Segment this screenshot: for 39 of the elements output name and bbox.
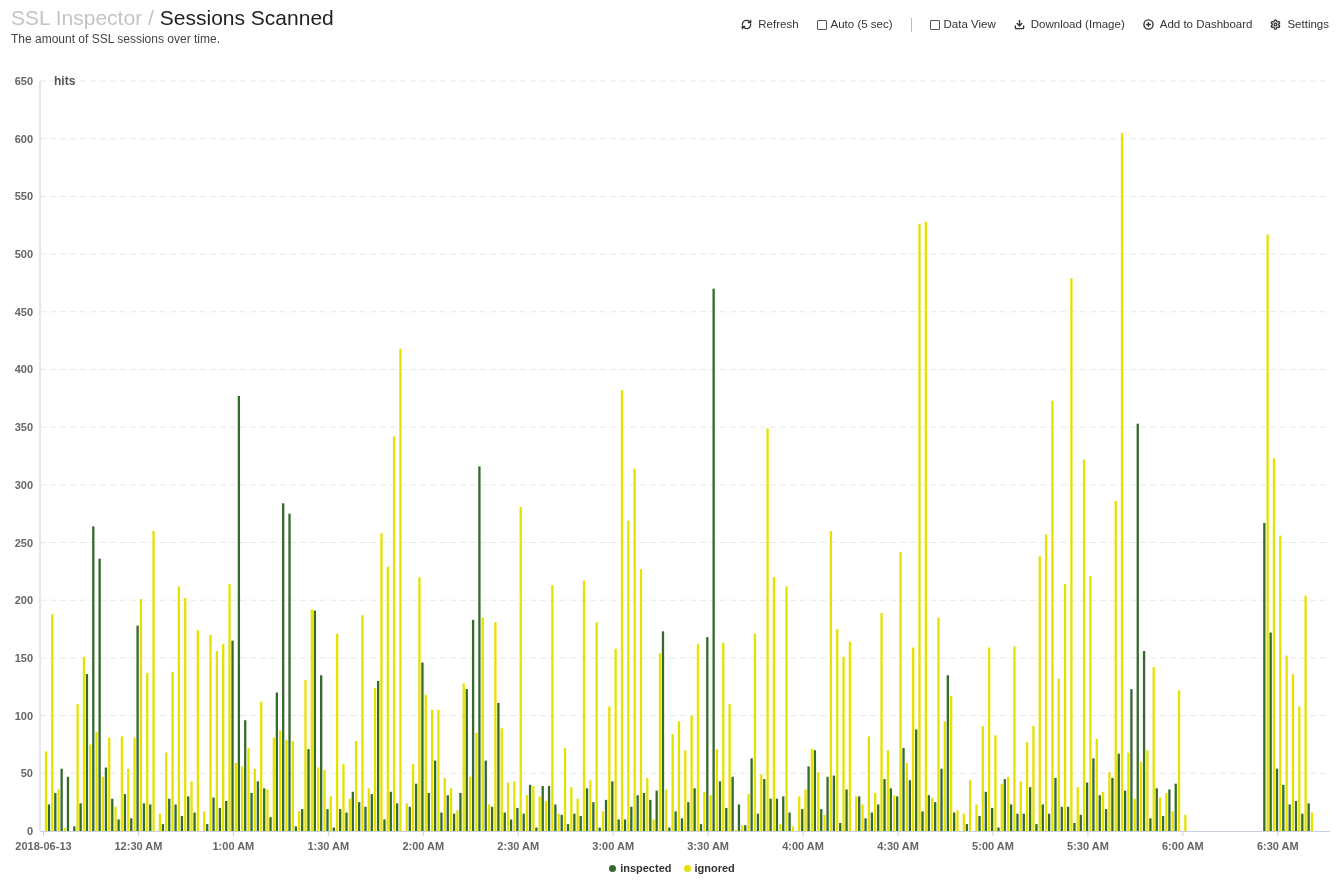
x-axis-label: 4:30 AM	[877, 840, 919, 850]
legend-label[interactable]: ignored	[694, 860, 735, 877]
y-axis-label: 300	[14, 478, 33, 491]
y-axis-label: 650	[14, 75, 33, 87]
y-axis-label: 100	[14, 709, 33, 722]
toolbar-button[interactable]: Add to Dashboard	[1142, 16, 1253, 34]
x-axis-label: 1:00 AM	[212, 840, 255, 850]
y-axis-label: 150	[14, 651, 33, 664]
subtitle: The amount of SSL sessions over time.	[11, 32, 221, 47]
y-axis-label: 200	[14, 594, 33, 607]
y-axis-label: 450	[14, 305, 33, 318]
checkbox-option[interactable]: Auto (5 sec)	[816, 16, 893, 34]
legend-label[interactable]: inspected	[620, 860, 672, 877]
page-title: Sessions Scanned	[159, 5, 334, 31]
y-axis-label: 0	[26, 825, 33, 837]
toolbar-button[interactable]: Settings	[1270, 16, 1329, 34]
x-axis-label: 1:30 AM	[307, 840, 350, 850]
x-axis-label: 6:30 AM	[1256, 840, 1299, 850]
y-axis-label: 350	[14, 421, 33, 434]
y-axis-label: 550	[14, 190, 33, 203]
x-axis-label: 2:30 AM	[497, 840, 540, 850]
checkbox-option[interactable]: Data View	[929, 16, 996, 34]
x-axis-label: 2:00 AM	[402, 840, 445, 850]
y-axis-label: 500	[14, 248, 33, 261]
x-axis-label: 5:30 AM	[1067, 840, 1109, 850]
y-axis-label: 600	[14, 132, 33, 145]
y-axis-label: 250	[14, 536, 33, 549]
y-axis-title: hits	[54, 74, 76, 88]
toolbar-button[interactable]: Download (Image)	[1013, 16, 1125, 34]
x-axis-label: 6:00 AM	[1162, 840, 1204, 850]
x-axis-label: 2018-06-13	[15, 840, 72, 850]
x-axis-label: 12:30 AM	[114, 840, 163, 850]
y-axis-label: 400	[14, 363, 33, 376]
y-axis-label: 50	[20, 767, 33, 780]
x-axis-label: 4:00 AM	[782, 840, 824, 850]
x-axis-label: 5:00 AM	[972, 840, 1014, 850]
x-axis-label: 3:00 AM	[592, 840, 635, 850]
x-axis-label: 3:30 AM	[687, 840, 730, 850]
toolbar-button[interactable]: Refresh	[741, 16, 799, 34]
